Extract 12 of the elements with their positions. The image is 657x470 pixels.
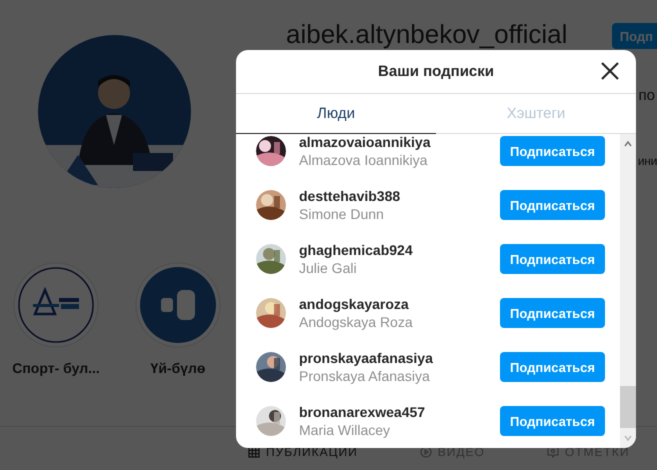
account-name: Andogskaya Roza bbox=[299, 314, 414, 330]
account-name: Almazova Ioannikiya bbox=[299, 152, 428, 168]
account-name: Pronskaya Afanasiya bbox=[299, 368, 431, 384]
profile-text: по bbox=[638, 87, 656, 104]
account-name: Maria Willacey bbox=[299, 422, 392, 438]
modal-title: Ваши подписки bbox=[378, 63, 494, 80]
account-name: Simone Dunn bbox=[299, 206, 385, 222]
account-name: Julie Gali bbox=[299, 260, 358, 276]
profile-text: ини bbox=[638, 154, 657, 168]
highlight-label: Үй-бүлө bbox=[150, 360, 206, 376]
profile-username: aibek.altynbekov_official bbox=[286, 19, 568, 49]
highlight-label: Спорт- бул... bbox=[12, 360, 100, 376]
